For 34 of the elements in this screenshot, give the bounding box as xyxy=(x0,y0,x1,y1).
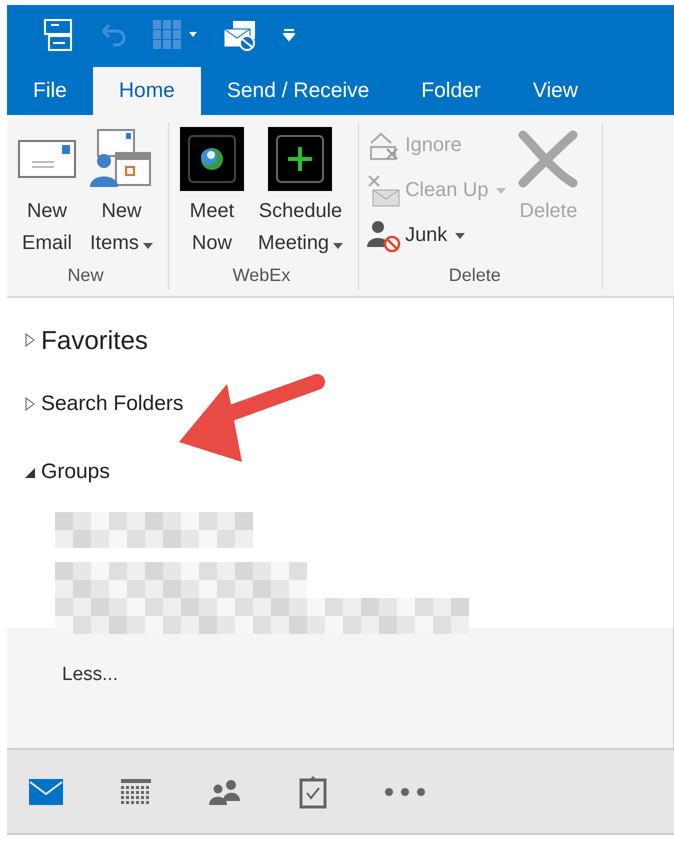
ribbon-tab[interactable]: Send / Receive xyxy=(200,67,396,115)
group-label: New xyxy=(66,265,104,287)
less-link[interactable]: Less... xyxy=(62,664,118,685)
globe-icon xyxy=(180,127,244,191)
ribbon-button[interactable]: Schedule Meeting xyxy=(254,123,346,265)
clipboard-check-icon xyxy=(299,774,327,808)
collapsed-triangle-icon[interactable] xyxy=(25,397,35,411)
mail-icon xyxy=(29,778,63,804)
group-label: WebEx xyxy=(232,265,292,287)
folder-label[interactable]: Search Folders xyxy=(41,392,184,416)
person-calendar-icon xyxy=(90,129,152,189)
people-icon xyxy=(209,778,241,804)
envelope-icon xyxy=(18,140,76,178)
mail-folder-icon[interactable] xyxy=(223,19,257,51)
customize-icon[interactable] xyxy=(283,28,295,42)
person-blocked-icon xyxy=(367,218,402,252)
group-label: Delete xyxy=(448,265,502,287)
send-receive-icon xyxy=(41,19,73,51)
ribbon-tab[interactable]: View xyxy=(506,67,604,115)
folder-label[interactable]: Favorites xyxy=(41,324,148,356)
ribbon-tab[interactable]: Home xyxy=(92,67,201,115)
collapsed-triangle-icon[interactable] xyxy=(25,333,35,347)
calendar-icon xyxy=(121,778,151,804)
ribbon-button[interactable]: New Email xyxy=(15,123,79,265)
ribbon-button[interactable]: Junk xyxy=(367,213,506,258)
cleanup-icon xyxy=(367,174,402,208)
calendar-plus-icon xyxy=(268,127,332,191)
ribbon-button[interactable]: New Items xyxy=(87,123,156,265)
ribbon-button[interactable]: Meet Now xyxy=(176,123,247,265)
more-icon xyxy=(385,788,425,796)
ribbon-tab[interactable]: File xyxy=(7,67,93,115)
ribbon-tab[interactable]: Folder xyxy=(395,67,507,115)
delete-x-icon xyxy=(517,129,580,189)
folder-label[interactable]: Groups xyxy=(41,460,110,484)
